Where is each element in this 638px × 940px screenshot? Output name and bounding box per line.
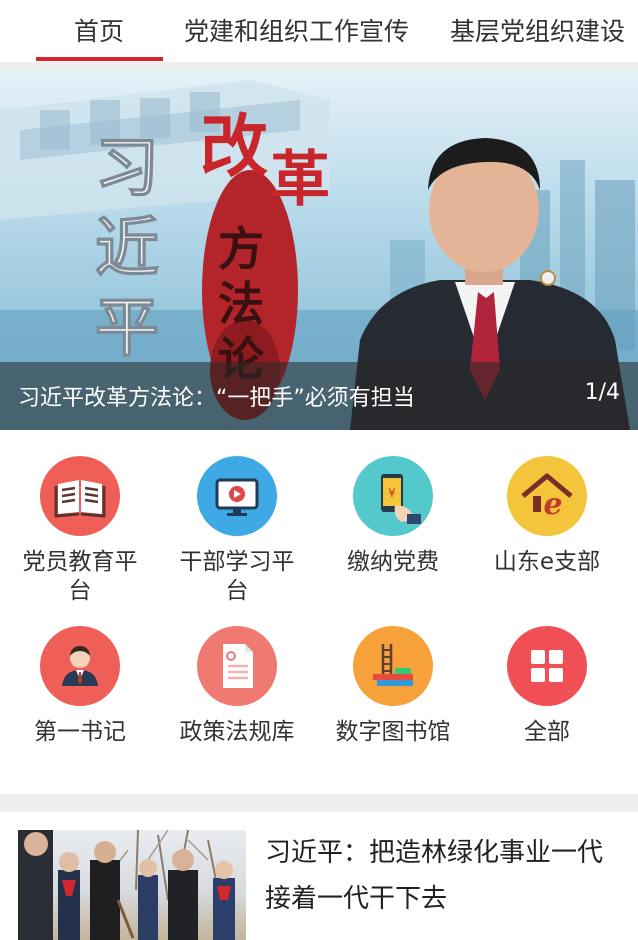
news-title: 习近平：把造林绿化事业一代接着一代干下去 [265,838,604,914]
svg-text:近: 近 [95,211,159,286]
grid-item-label: 全部 [524,719,570,745]
tab-bar: 首页 党建和组织工作宣传 基层党组织建设 [0,0,638,62]
svg-text:习: 习 [95,131,159,206]
active-tab-indicator [36,57,163,61]
grid-item-label: 数字图书馆 [335,719,451,745]
grid-item-first-secretary[interactable]: 第一书记 [0,626,160,747]
grid-item-label: 缴纳党费 [347,549,439,575]
grid-item-pay-dues[interactable]: ¥ 缴纳党费 [313,456,473,577]
tab-party-building-publicity[interactable]: 党建和组织工作宣传 [184,12,409,48]
person-icon [40,626,120,706]
grid-item-label: 干部学习平台 [179,549,295,604]
grid-item-cadre-learning[interactable]: 干部学习平台 [157,456,317,606]
grid-item-label: 山东e支部 [493,549,601,575]
svg-text:e: e [543,487,562,522]
function-grid: 党员教育平台 干部学习平台 ¥ 缴纳党费 e 山东e支部 第一书记 政策法规库 … [0,430,638,794]
grid-item-party-member-education[interactable]: 党员教育平台 [0,456,160,606]
e-branch-house-icon: e [507,456,587,536]
grid-item-digital-library[interactable]: 数字图书馆 [313,626,473,747]
grid-icon [507,626,587,706]
grid-item-shandong-e-branch[interactable]: e 山东e支部 [467,456,627,577]
banner-caption-bar: 习近平改革方法论：“一把手”必须有担当 1/4 [0,362,638,430]
banner-carousel[interactable]: 习 近 平 改 革 方 法 论 习近平改革方法论：“一把手”必须有担当 1/4 [0,70,638,430]
news-thumbnail [18,830,246,940]
grid-item-all[interactable]: 全部 [467,626,627,747]
document-icon [197,626,277,706]
grid-item-label: 第一书记 [34,719,126,745]
tab-home[interactable]: 首页 [74,12,124,48]
carousel-page-indicator: 1/4 [584,380,620,405]
monitor-play-icon [197,456,277,536]
grid-item-policy-regulations[interactable]: 政策法规库 [157,626,317,747]
divider [0,794,638,812]
grid-item-label: 政策法规库 [179,719,295,745]
svg-text:平: 平 [95,291,159,366]
book-icon [40,456,120,536]
tab-grassroots-organization[interactable]: 基层党组织建设 [450,12,625,48]
banner-caption[interactable]: 习近平改革方法论：“一把手”必须有担当 [18,380,415,412]
grid-item-label: 党员教育平台 [22,549,138,604]
phone-payment-icon: ¥ [353,456,433,536]
svg-text:改: 改 [200,107,268,187]
svg-text:¥: ¥ [388,486,396,500]
svg-text:革: 革 [270,145,330,215]
svg-text:方: 方 [218,222,264,276]
news-list: 习近平：把造林绿化事业一代接着一代干下去 [0,812,638,940]
bookshelf-icon [353,626,433,706]
divider [0,62,638,70]
svg-text:法: 法 [218,277,264,331]
